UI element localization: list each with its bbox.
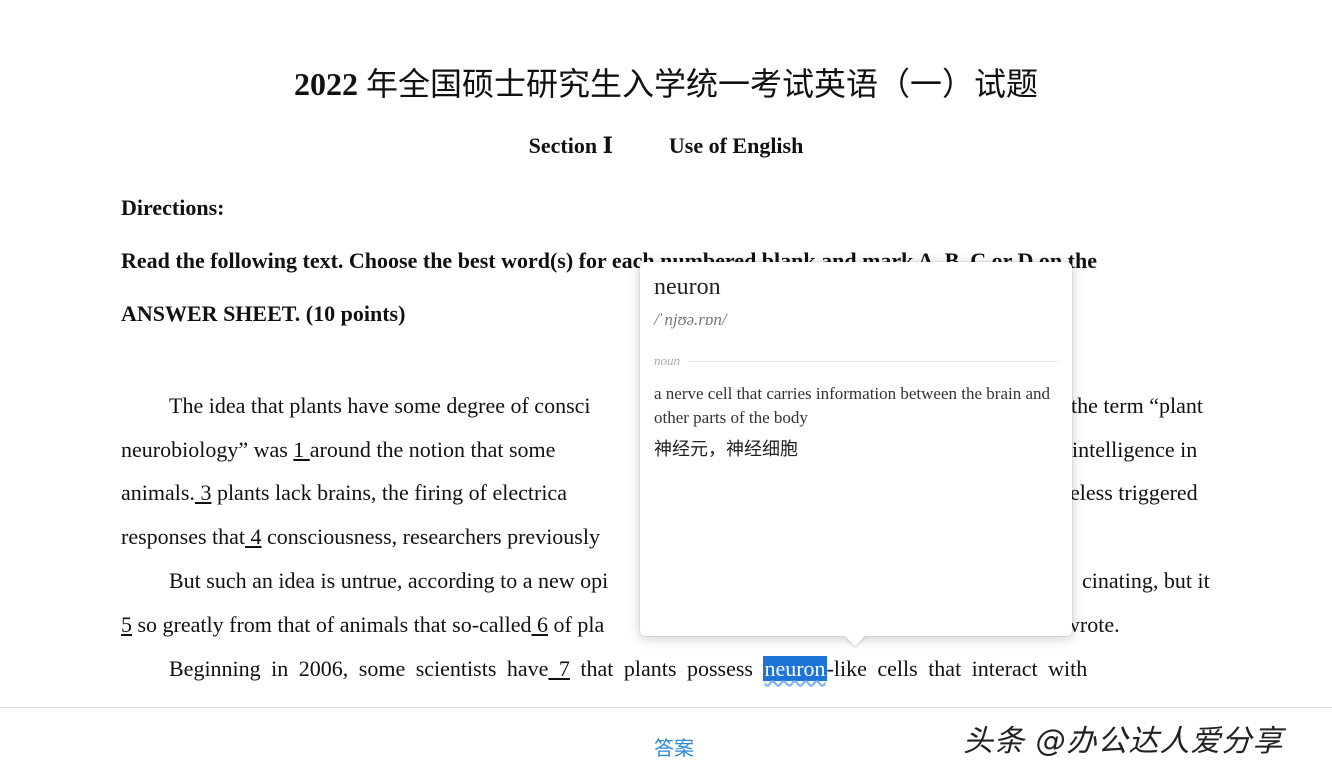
popup-pos-row: noun	[654, 352, 1058, 368]
passage-text: -like cells that interact with	[826, 656, 1088, 681]
passage-text: The idea that plants have some degree of…	[169, 393, 591, 418]
bottom-bar: 答案 头条 @办公达人爱分享	[0, 707, 1332, 772]
passage-text: the term “plant	[1071, 393, 1203, 418]
popup-definition: a nerve cell that carries information be…	[654, 384, 1051, 427]
section-heading: Section Ⅰ Use of English	[0, 131, 1332, 161]
section-name: Use of English	[668, 133, 804, 158]
section-label: Section Ⅰ	[528, 133, 613, 158]
watermark: 头条 @办公达人爱分享	[963, 724, 1284, 759]
title-year: 2022	[293, 66, 358, 102]
popup-word: neuron	[654, 274, 721, 300]
passage-text: that plants possess	[569, 656, 764, 681]
passage-text: intelligence in	[1072, 437, 1198, 462]
blank-7: 7	[548, 656, 570, 681]
passage-text: consciousness, researchers previously	[261, 524, 600, 549]
passage-text: animals.	[121, 480, 195, 505]
page-title: 2022 年全国硕士研究生入学统一考试英语（一）试题	[0, 64, 1332, 104]
popup-part-of-speech: noun	[654, 353, 688, 368]
passage-text: so greatly from that of animals that so-…	[132, 612, 532, 637]
blank-6: 6	[531, 612, 549, 637]
passage-text: neurobiology” was	[121, 437, 294, 462]
passage-text: around the notion that some	[309, 437, 556, 462]
directions-line-2: ANSWER SHEET. (10 points)	[121, 301, 406, 326]
popup-arrow	[844, 635, 866, 646]
popup-translation: 神经元，神经细胞	[654, 439, 798, 460]
blank-3: 3	[194, 480, 212, 505]
passage-text: But such an idea is untrue, according to…	[169, 568, 609, 593]
passage-text: eless triggered	[1070, 480, 1198, 505]
blank-1: 1	[293, 437, 310, 462]
blank-4: 4	[245, 524, 262, 549]
popup-phonetic: /ˈnjʊə.rɒn/	[654, 310, 727, 329]
blank-5: 5	[121, 612, 132, 637]
answer-link[interactable]: 答案	[654, 732, 694, 761]
passage-line-7: Beginning in 2006, some scientists have …	[121, 654, 1211, 684]
dictionary-popup: neuron /ˈnjʊə.rɒn/ noun a nerve cell tha…	[640, 262, 1072, 646]
passage-text: wrote.	[1064, 612, 1120, 637]
passage-text: plants lack brains, the firing of electr…	[211, 480, 567, 505]
popup-divider	[654, 361, 1058, 362]
passage-text: responses that	[121, 524, 246, 549]
passage-text: of pla	[548, 612, 605, 637]
passage-text: Beginning in 2006, some scientists have	[169, 656, 549, 681]
title-text: 年全国硕士研究生入学统一考试英语（一）试题	[357, 66, 1038, 102]
directions-heading: Directions:	[121, 195, 225, 220]
selected-word[interactable]: neuron	[763, 656, 827, 681]
passage-text: cinating, but it	[1082, 568, 1210, 593]
